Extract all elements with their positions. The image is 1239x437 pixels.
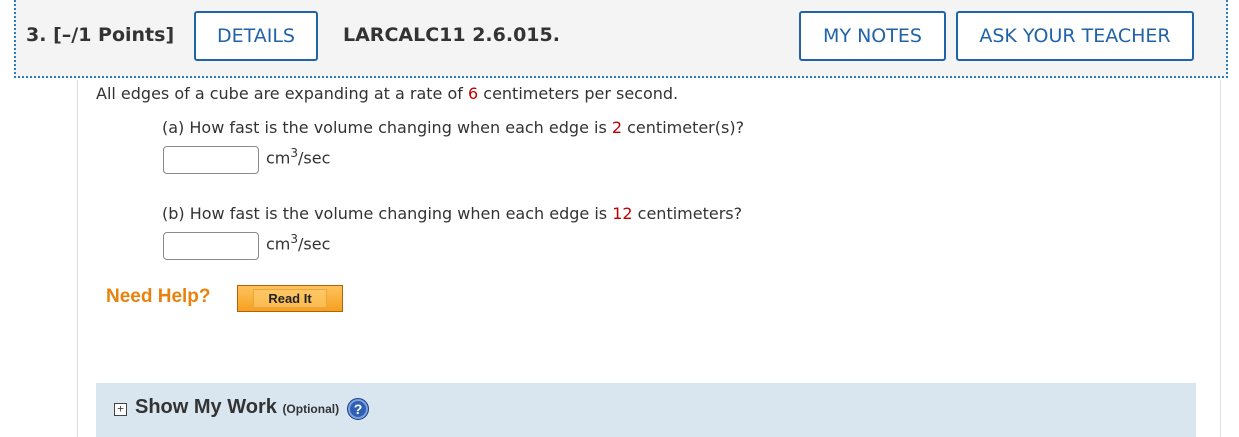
part-b-after: centimeters? [632, 204, 743, 223]
intro-before: All edges of a cube are expanding at a r… [96, 84, 468, 103]
part-b-before: (b) How fast is the volume changing when… [162, 204, 613, 223]
unit-base: cm [266, 148, 291, 168]
unit-exponent: 3 [290, 232, 299, 246]
unit-rest: /sec [298, 234, 331, 254]
show-my-work-panel[interactable]: + Show My Work (Optional) ? [96, 383, 1196, 437]
expand-plus-icon[interactable]: + [114, 403, 127, 416]
part-b-answer-input[interactable] [163, 232, 259, 260]
part-a-answer-input[interactable] [163, 146, 259, 174]
part-b-unit: cm3/sec [266, 232, 330, 253]
problem-statement: All edges of a cube are expanding at a r… [96, 84, 678, 103]
read-it-button[interactable]: Read It [237, 285, 343, 312]
unit-base: cm [266, 234, 291, 254]
part-a-after: centimeter(s)? [622, 118, 745, 137]
my-notes-button[interactable]: MY NOTES [799, 11, 946, 61]
part-b-question: (b) How fast is the volume changing when… [162, 204, 742, 223]
unit-exponent: 3 [290, 146, 299, 160]
details-button[interactable]: DETAILS [194, 11, 318, 61]
problem-code: LARCALC11 2.6.015. [343, 24, 560, 46]
unit-rest: /sec [298, 148, 331, 168]
question-points: 3. [–/1 Points] [26, 24, 174, 46]
show-my-work-text: Show My Work [135, 396, 277, 418]
intro-after: centimeters per second. [478, 84, 679, 103]
optional-label: (Optional) [282, 402, 340, 416]
help-question-icon[interactable]: ? [347, 398, 369, 420]
part-a-question: (a) How fast is the volume changing when… [162, 118, 744, 137]
part-a-unit: cm3/sec [266, 146, 330, 167]
part-a-before: (a) How fast is the volume changing when… [162, 118, 612, 137]
points-label: [–/1 Points] [53, 24, 175, 46]
need-help-label: Need Help? [106, 286, 211, 307]
part-b-value: 12 [612, 204, 633, 223]
part-a-value: 2 [611, 118, 623, 137]
ask-teacher-button[interactable]: ASK YOUR TEACHER [956, 11, 1194, 61]
question-number: 3. [26, 24, 47, 46]
read-it-label: Read It [253, 289, 327, 308]
show-my-work-label[interactable]: Show My Work (Optional) [135, 396, 339, 419]
rate-value: 6 [468, 84, 479, 103]
